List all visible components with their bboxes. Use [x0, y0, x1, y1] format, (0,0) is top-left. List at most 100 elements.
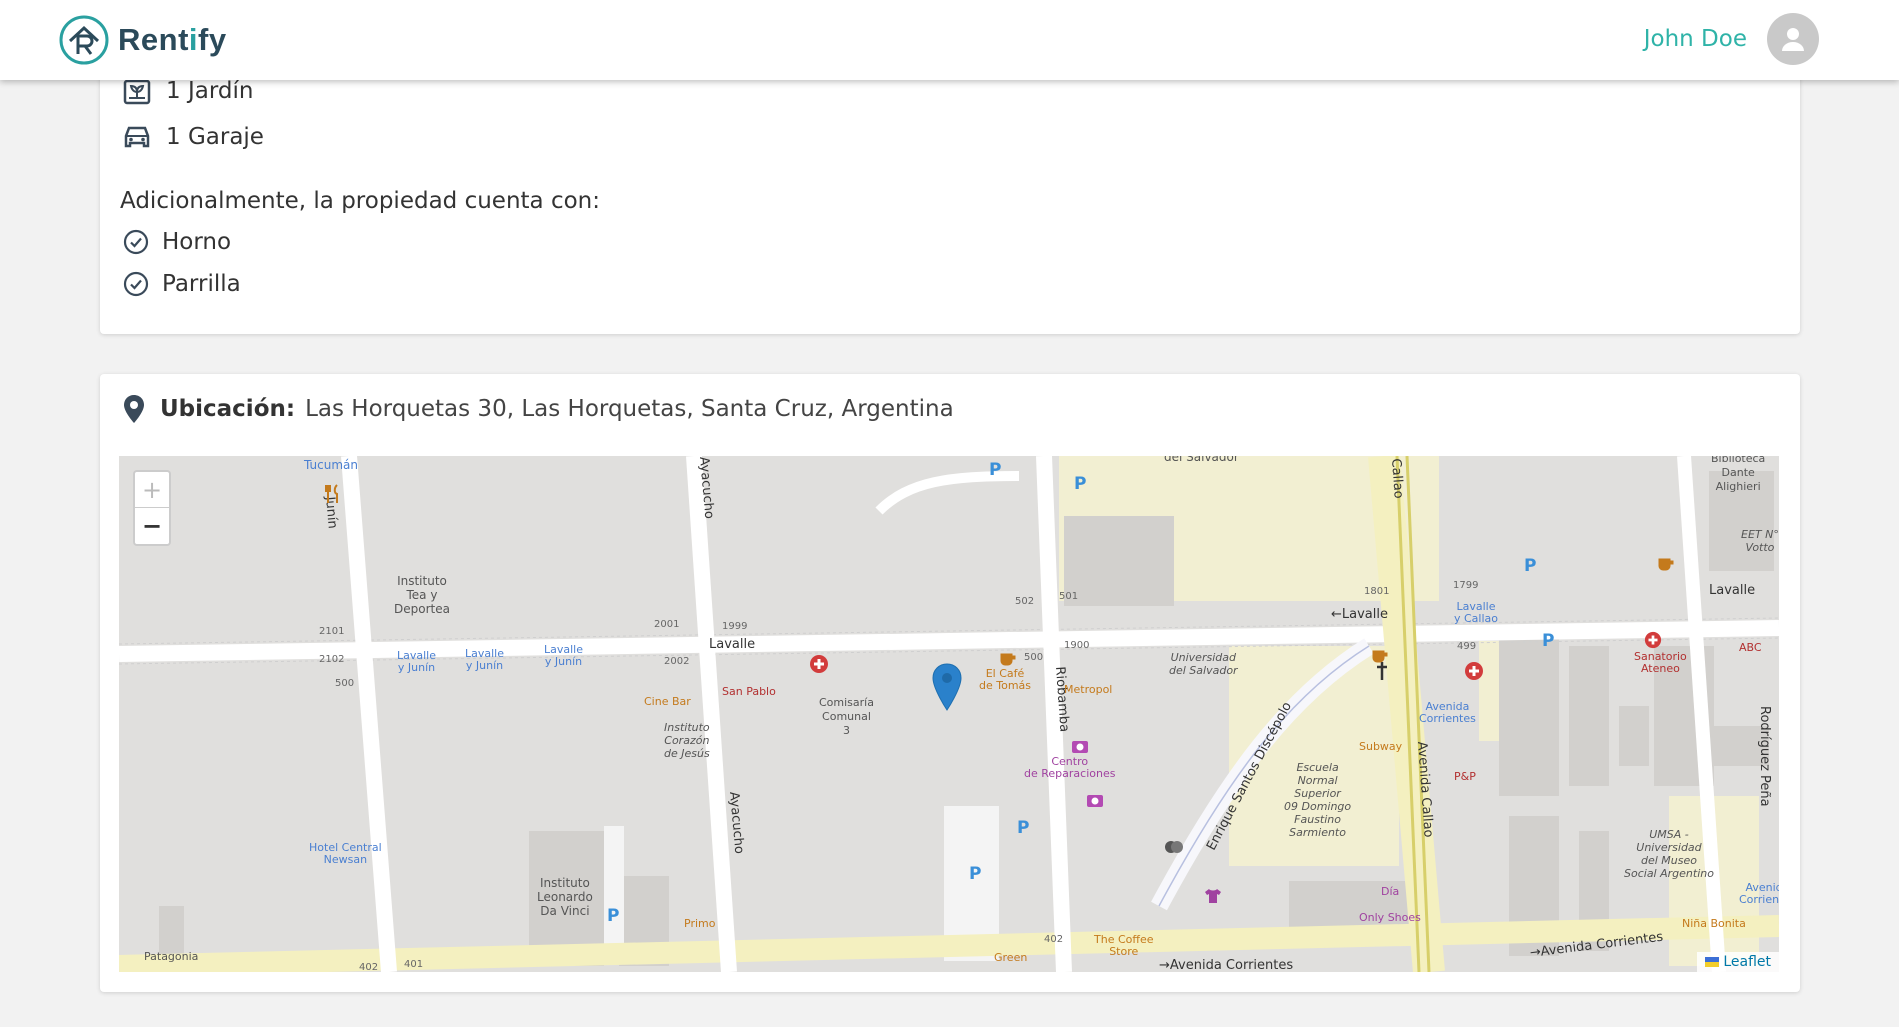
- cafe-icon: [1372, 650, 1388, 663]
- street-label: Lavalle: [1709, 583, 1756, 598]
- house-number: 499: [1457, 641, 1477, 652]
- house-number: 401: [404, 959, 424, 970]
- ukraine-flag-icon: [1705, 957, 1720, 967]
- car-icon: [120, 120, 154, 154]
- house-number: 500: [1024, 652, 1044, 663]
- location-label: Ubicación:: [160, 396, 296, 422]
- street-label: Tucumán: [304, 458, 358, 472]
- hospital-icon: [1644, 631, 1662, 649]
- street-label: →Avenida Corrientes: [1159, 958, 1294, 972]
- parking-icon: P: [1074, 474, 1087, 494]
- poi-label: Lavalle y Callao: [1454, 600, 1499, 625]
- poi-label: Comisaría Comunal 3: [819, 696, 874, 737]
- zoom-out-button[interactable]: −: [135, 508, 169, 544]
- camera-icon: [1072, 741, 1088, 753]
- map-marker-icon[interactable]: [932, 663, 962, 711]
- poi-label: El Café de Tomás: [979, 667, 1032, 692]
- hospital-icon: [1465, 662, 1483, 680]
- restaurant-icon: [325, 484, 338, 503]
- brand-name: Rentify: [118, 22, 227, 57]
- hospital-icon: [810, 655, 828, 673]
- extra-item: Parrilla: [122, 270, 241, 298]
- parking-icon: P: [989, 460, 1002, 480]
- parking-icon: P: [1524, 556, 1537, 576]
- check-circle-icon: [122, 228, 150, 256]
- parking-icon: P: [607, 906, 620, 926]
- poi-label: Lavalle y Junín: [397, 649, 436, 674]
- house-number: 402: [1044, 934, 1064, 945]
- poi-label: Universidad del Salvador: [1169, 651, 1238, 677]
- poi-label: Niña Bonita: [1682, 917, 1746, 930]
- poi-label: Cine Bar: [644, 695, 691, 708]
- house-number: 2102: [319, 654, 345, 665]
- zoom-control[interactable]: + −: [133, 470, 171, 546]
- poi-label: Avenida Corrientes: [1419, 700, 1476, 725]
- house-number: 2001: [654, 619, 680, 630]
- poi-label: Avenida Corrientes: [1739, 881, 1779, 906]
- poi-label: Metropol: [1064, 683, 1113, 696]
- location-line: Ubicación: Las Horquetas 30, Las Horquet…: [122, 394, 954, 424]
- house-number: 501: [1059, 591, 1079, 602]
- poi-label: Sanatorio Ateneo: [1634, 650, 1687, 675]
- location-card: Ubicación: Las Horquetas 30, Las Horquet…: [100, 374, 1800, 992]
- app-header: Rentify John Doe: [0, 0, 1899, 80]
- house-number: 500: [335, 678, 355, 689]
- theatre-icon: [1165, 841, 1183, 853]
- poi-label: Patagonia: [144, 950, 199, 963]
- poi-label: Día: [1381, 885, 1400, 898]
- user-menu[interactable]: John Doe: [1644, 13, 1819, 65]
- camera-icon: [1087, 795, 1103, 807]
- poi-label: Green: [994, 951, 1028, 964]
- church-icon: [1377, 662, 1387, 680]
- poi-label: UMSA - Universidad del Museo Social Arge…: [1624, 828, 1714, 880]
- poi-label: ABC: [1739, 641, 1762, 654]
- poi-label: Escuela Normal Superior 09 Domingo Faust…: [1284, 761, 1352, 839]
- street-label: Rodríguez Peña: [1757, 706, 1772, 807]
- feature-label: 1 Garaje: [166, 124, 264, 150]
- poi-label: Biblioteca Dante Alighieri: [1711, 456, 1766, 493]
- house-number: 402: [359, 962, 379, 972]
- house-logo-icon: [59, 15, 109, 65]
- house-number: 1801: [1364, 586, 1390, 597]
- poi-label: Lavalle y Junín: [465, 647, 504, 672]
- location-pin-icon: [124, 395, 144, 423]
- parking-icon: P: [969, 864, 982, 884]
- poi-label: Instituto Leonardo Da Vinci: [537, 876, 593, 918]
- house-number: 1900: [1064, 640, 1090, 651]
- parking-icon: P: [1017, 818, 1030, 838]
- house-number: 1999: [722, 621, 748, 632]
- property-features-card: 1 Jardín 1 Garaje Adicionalmente, la pro…: [100, 40, 1800, 334]
- poi-label: Centro de Reparaciones: [1024, 755, 1116, 780]
- brand-logo[interactable]: Rentify: [58, 14, 227, 66]
- house-number: 2101: [319, 626, 345, 637]
- house-number: 2002: [664, 656, 690, 667]
- extra-label: Parrilla: [162, 271, 241, 297]
- user-name[interactable]: John Doe: [1644, 26, 1747, 52]
- map-view[interactable]: Tucumán Junín Ayacucho Ayacucho Lavalle …: [119, 456, 1779, 972]
- clothes-icon: [1205, 889, 1221, 903]
- house-number: 502: [1015, 596, 1035, 607]
- parking-icon: P: [1542, 631, 1555, 651]
- poi-label: Only Shoes: [1359, 911, 1421, 924]
- street-label: ←Lavalle: [1331, 607, 1388, 622]
- map-attribution[interactable]: Leaflet: [1697, 952, 1779, 972]
- extra-item: Horno: [122, 228, 231, 256]
- poi-label: San Pablo: [722, 685, 776, 698]
- check-circle-icon: [122, 270, 150, 298]
- poi-label: Hotel Central Newsan: [309, 841, 382, 866]
- poi-label: P&P: [1454, 770, 1476, 783]
- poi-label: del Salvador: [1164, 456, 1239, 464]
- avatar[interactable]: [1767, 13, 1819, 65]
- attribution-link[interactable]: Leaflet: [1723, 954, 1771, 970]
- poi-label: Instituto Corazón de Jesús: [664, 721, 710, 760]
- house-number: 1799: [1453, 580, 1479, 591]
- feature-label: 1 Jardín: [166, 78, 254, 104]
- poi-label: Lavalle y Junín: [544, 643, 583, 668]
- cafe-icon: [1000, 653, 1016, 666]
- extras-intro: Adicionalmente, la propiedad cuenta con:: [120, 188, 600, 214]
- feature-garage: 1 Garaje: [120, 120, 264, 154]
- street-label: Callao: [1388, 458, 1406, 500]
- street-label: Lavalle: [709, 637, 756, 652]
- poi-label: Subway: [1359, 740, 1403, 753]
- zoom-in-button[interactable]: +: [135, 472, 169, 508]
